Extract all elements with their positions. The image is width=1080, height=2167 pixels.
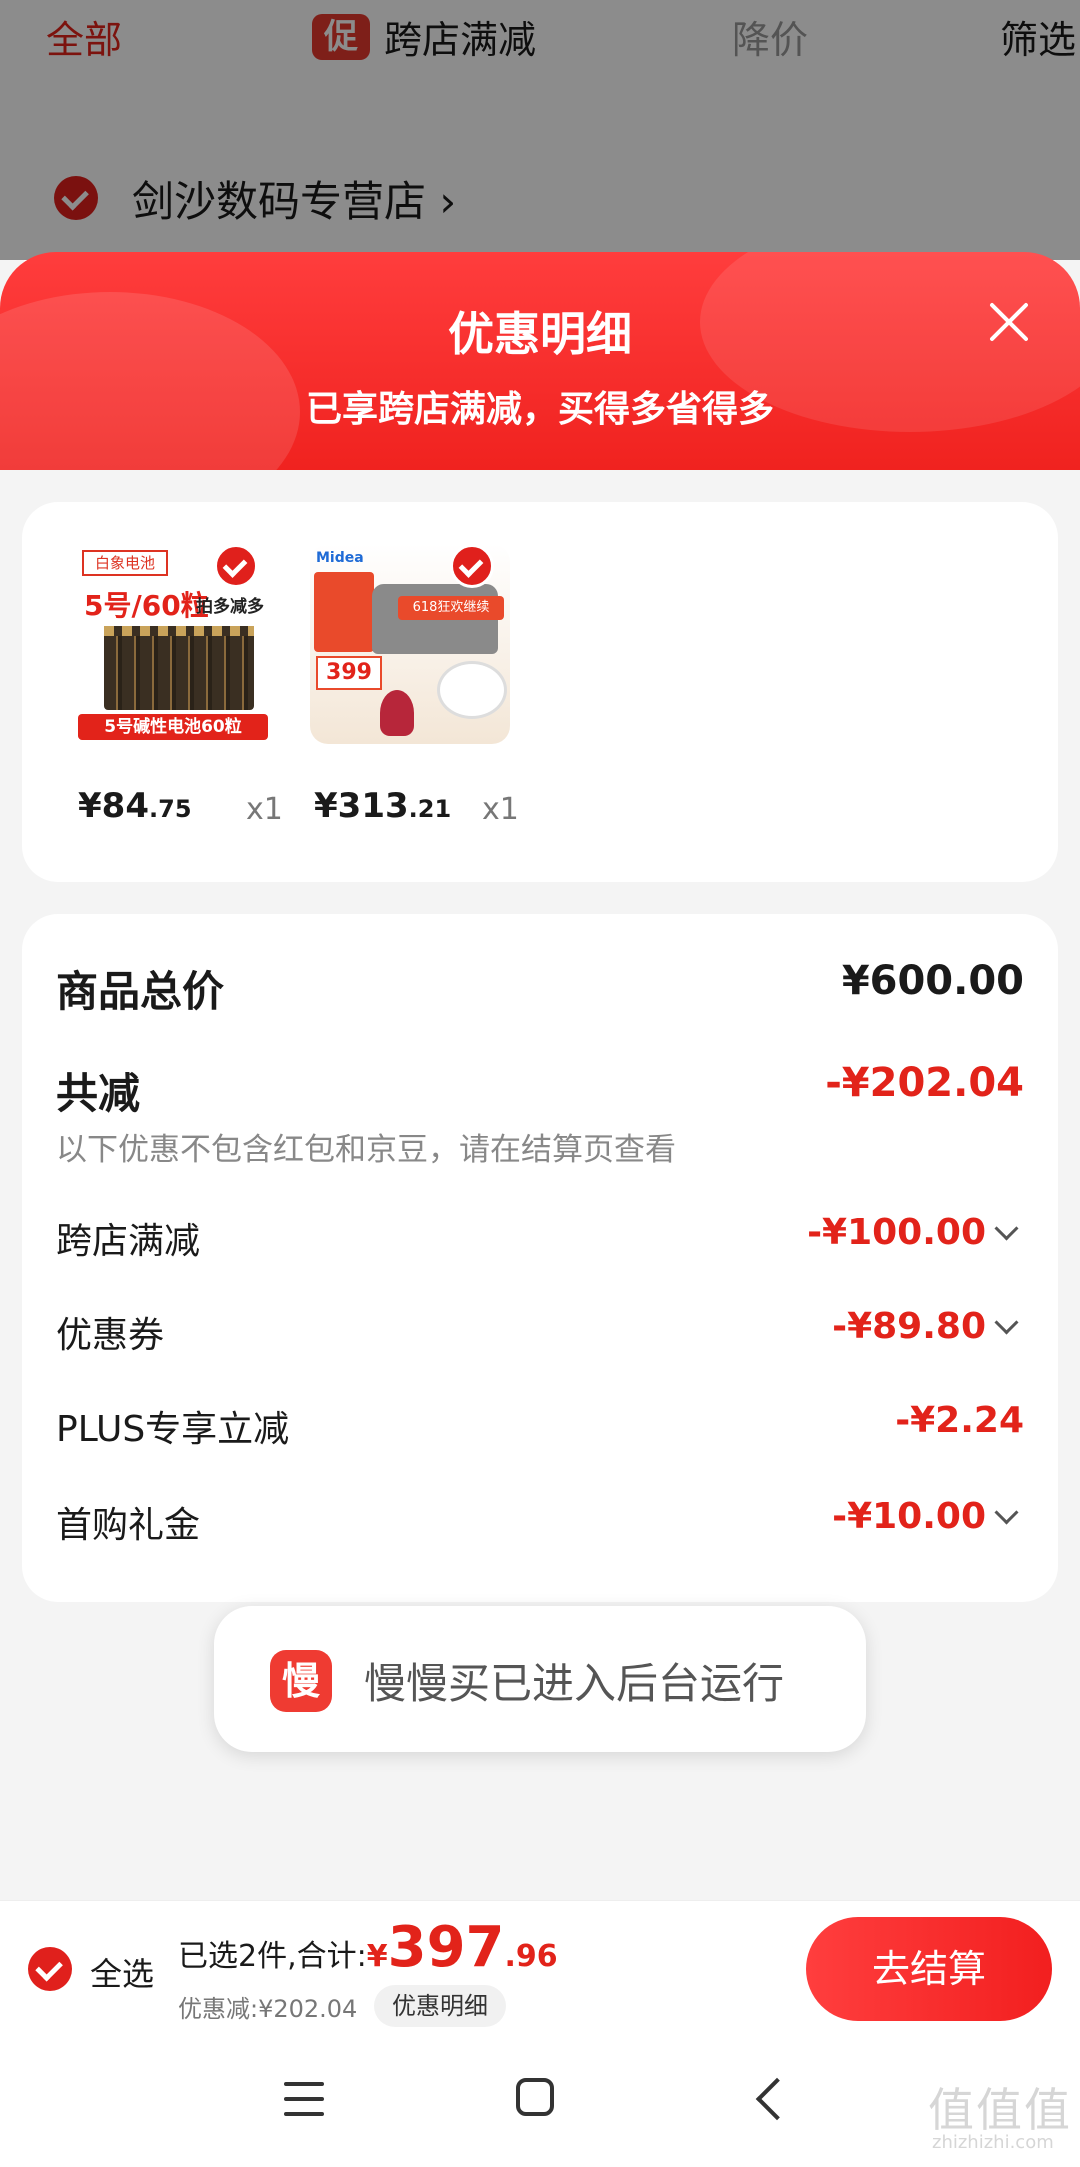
chevron-down-icon[interactable] <box>994 1500 1019 1525</box>
home-icon[interactable] <box>516 2078 554 2116</box>
product-check-icon[interactable] <box>214 544 258 588</box>
discount-total-text: 优惠减:¥202.04 <box>178 1995 358 2023</box>
checkout-bar: 全选 已选2件,合计:¥397.96 优惠减:¥202.04 优惠明细 去结算 <box>0 1900 1080 2037</box>
discount-row-label: 优惠券 <box>56 1315 165 1356</box>
discount-detail-button[interactable]: 优惠明细 <box>374 1985 506 2027</box>
total-amount: 397 <box>387 1915 505 1980</box>
discount-row-label: 首购礼金 <box>56 1505 201 1546</box>
total-label: 商品总价 <box>56 967 225 1016</box>
discount-row-value[interactable]: -¥10.00 <box>832 1496 986 1537</box>
total-currency: ¥ <box>366 1939 388 1974</box>
app-icon: 慢 <box>270 1650 332 1712</box>
background-running-toast: 慢 慢慢买已进入后台运行 <box>214 1606 866 1752</box>
reduce-label: 共减 <box>56 1069 141 1118</box>
back-icon[interactable] <box>755 2077 799 2121</box>
spokesperson-graphic <box>380 690 414 736</box>
rice-bowl-graphic <box>440 664 504 716</box>
chevron-down-icon[interactable] <box>994 1216 1019 1241</box>
discount-summary-card: 商品总价 ¥600.00 共减 -¥202.04 以下优惠不包含红包和京豆，请在… <box>22 914 1058 1602</box>
battery-caption: 5号碱性电池60粒 <box>78 714 268 740</box>
toast-text: 慢慢买已进入后台运行 <box>364 1659 785 1708</box>
discount-row-value[interactable]: -¥100.00 <box>807 1212 986 1253</box>
promo-price: 399 <box>316 656 382 690</box>
selected-count-text: 已选2件,合计: <box>178 1939 367 1974</box>
product-price: ¥313.21 <box>314 786 452 826</box>
product-quantity: x1 <box>246 792 283 827</box>
discount-row-value[interactable]: -¥89.80 <box>832 1306 986 1347</box>
promo-panel <box>314 572 374 652</box>
midea-logo: Midea <box>316 550 364 566</box>
sheet-title: 优惠明细 <box>448 307 632 361</box>
chevron-down-icon[interactable] <box>994 1310 1019 1335</box>
selected-products-card: 白象电池 5号/60粒 拍多减多 5号碱性电池60粒 Midea 618狂欢继续… <box>22 502 1058 882</box>
total-decimal: .96 <box>504 1939 558 1974</box>
discount-row-label: PLUS专享立减 <box>56 1409 290 1450</box>
watermark-logo: 值值值 <box>928 2083 1072 2137</box>
reduce-note: 以下优惠不包含红包和京豆，请在结算页查看 <box>56 1132 676 1168</box>
battery-headline: 5号/60粒 <box>84 589 209 622</box>
system-nav-bar <box>0 2036 1080 2167</box>
sheet-subtitle: 已享跨店满减，买得多省得多 <box>305 389 774 430</box>
product-quantity: x1 <box>482 792 519 827</box>
recent-apps-icon[interactable] <box>284 2080 324 2118</box>
modal-overlay[interactable] <box>0 0 1080 260</box>
total-value: ¥600.00 <box>841 958 1024 1004</box>
select-all-label[interactable]: 全选 <box>90 1949 154 1995</box>
select-all-check-icon[interactable] <box>28 1947 72 1991</box>
battery-tag: 拍多减多 <box>196 597 264 617</box>
discount-sheet-header: 优惠明细 已享跨店满减，买得多省得多 <box>0 252 1080 470</box>
promo-badge: 618狂欢继续 <box>398 596 504 620</box>
product-price: ¥84.75 <box>78 786 192 826</box>
reduce-value: -¥202.04 <box>825 1060 1024 1106</box>
discount-row-label: 跨店满减 <box>56 1221 201 1262</box>
battery-pack-graphic <box>104 626 254 710</box>
selected-total: 已选2件,合计:¥397.96 <box>178 1915 558 1980</box>
product-check-icon[interactable] <box>450 544 494 588</box>
checkout-button[interactable]: 去结算 <box>806 1917 1052 2021</box>
discount-row-value: -¥2.24 <box>895 1400 1024 1441</box>
close-icon[interactable] <box>978 292 1038 352</box>
battery-brand-logo: 白象电池 <box>82 550 168 576</box>
watermark-domain: zhizhizhi.com <box>932 2132 1054 2153</box>
